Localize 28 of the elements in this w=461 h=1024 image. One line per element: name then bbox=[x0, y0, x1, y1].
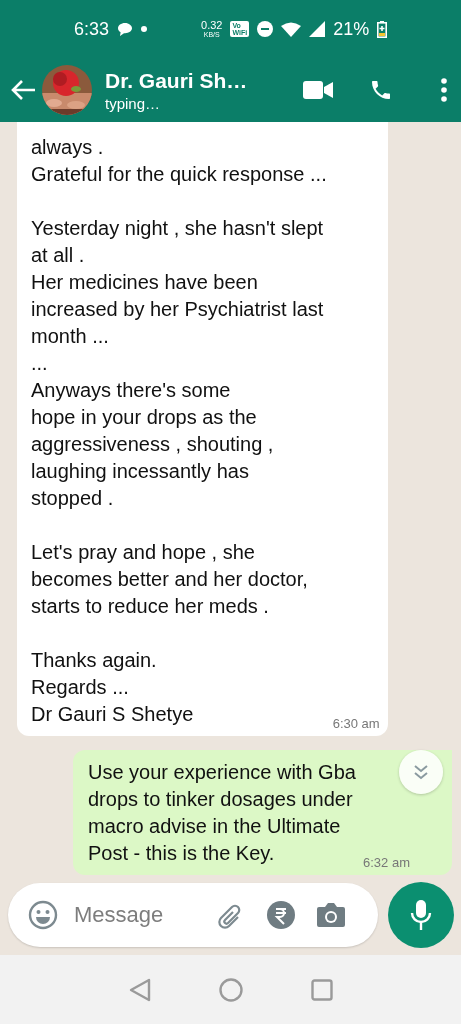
battery-percent: 21% bbox=[333, 18, 370, 40]
message-text: Use your experience with Gba drops to tinker dosages under macro advise in the Ultimate Post - this is the Key. bbox=[88, 760, 356, 866]
back-icon[interactable] bbox=[128, 977, 151, 1002]
signal-icon bbox=[309, 21, 326, 37]
phone-icon[interactable] bbox=[369, 78, 393, 102]
message-text: always . Grateful for the quick response ... Yesterday night , she hasn't slept at all . Her medicines have been increased by her Psychiatrist last month ... ... Anyways there's some hope in your drops as the aggressiveness , shouting , laughing incessantly has stopped . Let's pray and hope , she becomes better and her doctor, starts to reduce her meds . Thanks again. Regards ... Dr Gauri S Shetye bbox=[31, 135, 327, 727]
microphone-icon bbox=[410, 899, 432, 931]
wifi-icon bbox=[281, 21, 302, 37]
rupee-icon[interactable] bbox=[266, 900, 296, 930]
battery-icon bbox=[377, 20, 388, 38]
emoji-icon[interactable] bbox=[28, 900, 58, 930]
message-field[interactable]: Message bbox=[72, 901, 196, 929]
camera-icon[interactable] bbox=[316, 902, 346, 928]
dot-icon bbox=[141, 26, 148, 32]
chat-bubble-icon bbox=[117, 21, 134, 37]
message-time: 6:32 am bbox=[363, 855, 410, 871]
typing-status: typing… bbox=[105, 94, 162, 112]
data-rate: 0.32 bbox=[201, 20, 223, 31]
recents-icon[interactable] bbox=[310, 978, 333, 1001]
video-call-icon[interactable] bbox=[303, 80, 333, 100]
back-arrow-icon[interactable] bbox=[10, 79, 36, 101]
clock: 6:33 bbox=[74, 18, 110, 40]
do-not-disturb-icon bbox=[257, 21, 274, 37]
double-chevron-down-icon bbox=[412, 763, 430, 781]
home-icon[interactable] bbox=[218, 977, 243, 1002]
message-time: 6:30 am bbox=[332, 716, 380, 732]
more-options-icon[interactable] bbox=[441, 78, 447, 102]
contact-name[interactable]: Dr. Gauri Sh… bbox=[105, 68, 267, 93]
